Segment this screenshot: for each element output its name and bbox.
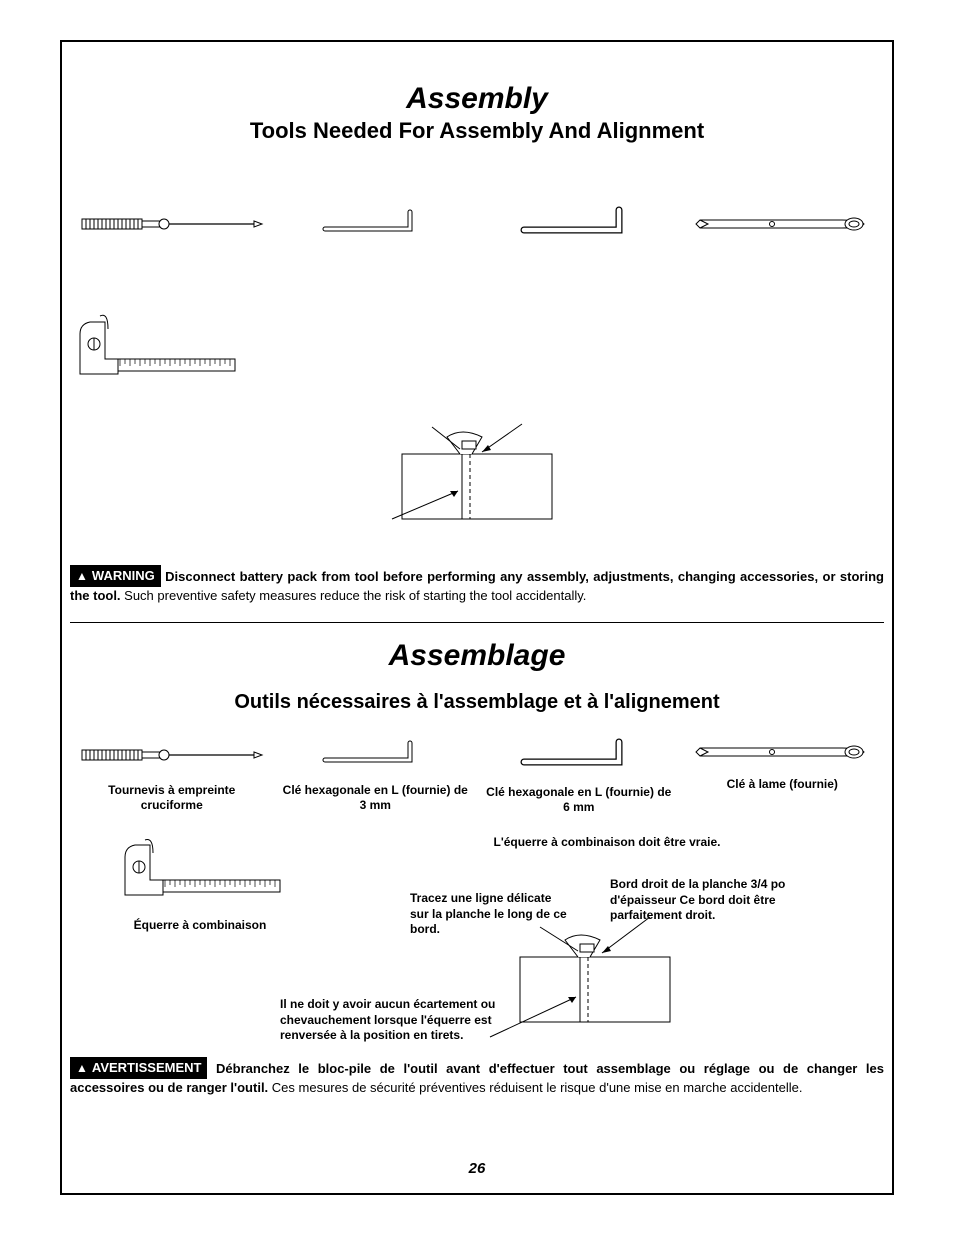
warning-badge-french: ▲ AVERTISSEMENT — [70, 1057, 207, 1079]
french-lower-section: Équerre à combinaison L'équerre à combin… — [70, 835, 884, 1057]
warning-label-french: AVERTISSEMENT — [92, 1060, 202, 1075]
warning-triangle-icon: ▲ — [76, 568, 88, 584]
page-number: 26 — [0, 1160, 954, 1177]
combo-label-fr: Équerre à combinaison — [70, 918, 330, 933]
warning-rest-english: Such preventive safety measures reduce t… — [121, 588, 587, 603]
hex-key-large-icon — [489, 204, 669, 244]
tools-row-french: Tournevis à empreinte cruciforme Clé hex… — [70, 740, 884, 815]
combo-square-row-english — [70, 304, 884, 389]
blade-wrench-icon — [692, 204, 872, 244]
screwdriver-icon — [82, 204, 262, 244]
anno-bottom-fr: Il ne doit y avoir aucun écartement ou c… — [280, 997, 530, 1044]
combination-square-icon — [70, 304, 270, 389]
blade-fr: Clé à lame (fournie) — [687, 740, 877, 792]
hex6-fr: Clé hexagonale en L (fournie) de 6 mm — [484, 740, 674, 815]
section-divider — [70, 622, 884, 623]
subtitle-french: Outils nécessaires à l'assemblage et à l… — [70, 691, 884, 714]
tools-row-english — [70, 204, 884, 244]
warning-label-english: WARNING — [92, 568, 155, 583]
warning-badge-english: ▲ WARNING — [70, 565, 161, 587]
screwdriver-fr: Tournevis à empreinte cruciforme — [77, 740, 267, 813]
title-french: Assemblage — [70, 639, 884, 673]
warning-triangle-icon-fr: ▲ — [76, 1060, 88, 1076]
hex-key-small-icon — [285, 204, 465, 244]
hex3-label-fr: Clé hexagonale en L (fournie) de 3 mm — [280, 783, 470, 813]
note-top-fr: L'équerre à combinaison doit être vraie. — [330, 835, 884, 849]
screwdriver-label-fr: Tournevis à empreinte cruciforme — [77, 783, 267, 813]
subtitle-english: Tools Needed For Assembly And Alignment — [70, 118, 884, 144]
square-check-diagram-english — [70, 419, 884, 529]
warning-english: ▲WARNING Disconnect battery pack from to… — [70, 565, 884, 604]
title-english: Assembly — [70, 82, 884, 116]
diagram-annotated-fr: L'équerre à combinaison doit être vraie.… — [330, 835, 884, 1057]
hex3-fr: Clé hexagonale en L (fournie) de 3 mm — [280, 740, 470, 813]
blade-label-fr: Clé à lame (fournie) — [687, 777, 877, 792]
page-content: Assembly Tools Needed For Assembly And A… — [70, 50, 884, 1185]
hex6-label-fr: Clé hexagonale en L (fournie) de 6 mm — [484, 785, 674, 815]
